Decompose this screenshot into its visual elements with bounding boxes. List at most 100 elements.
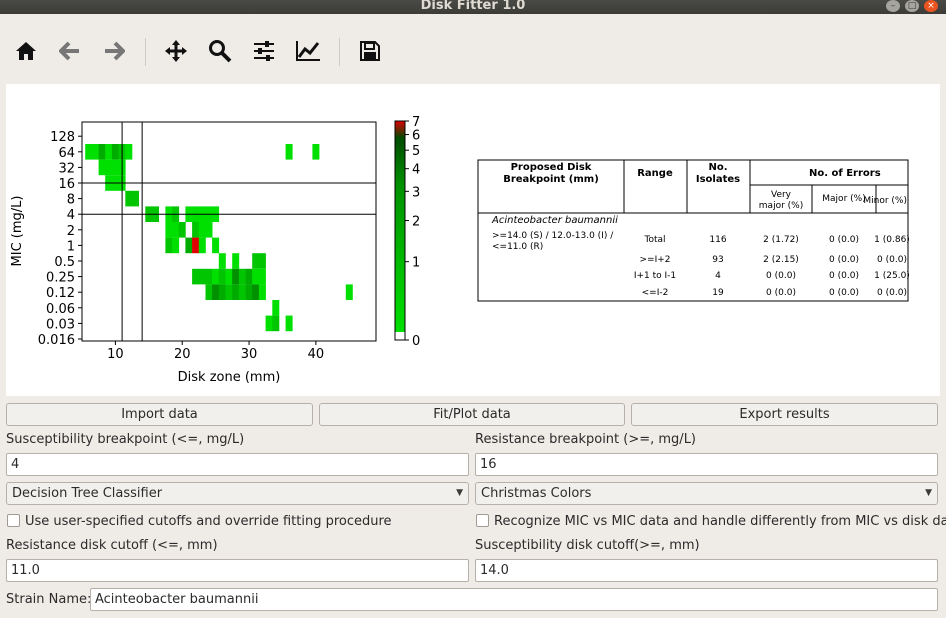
classifier-select[interactable]: Decision Tree Classifier ▼ (6, 482, 469, 505)
heatmap-cell (185, 237, 193, 254)
save-icon[interactable] (355, 36, 385, 66)
strain-name-label: Strain Name: (6, 592, 92, 607)
heatmap-cell (198, 237, 206, 254)
table-cell-very-major: 2 (2.15) (763, 255, 799, 265)
heatmap-cell (265, 315, 273, 332)
heatmap-cell (258, 253, 266, 269)
heatmap-cell (105, 159, 113, 176)
colorbar-tick-label: 3 (412, 185, 420, 200)
zoom-icon[interactable] (205, 36, 235, 66)
colorbar (395, 121, 405, 332)
home-icon[interactable] (11, 36, 41, 66)
maximize-icon[interactable]: □ (905, 0, 919, 12)
y-axis-label: MIC (mg/L) (10, 196, 25, 267)
breakpoint-line2: <=11.0 (R) (492, 242, 543, 252)
y-tick-label: 128 (50, 130, 75, 145)
heatmap-cell (218, 284, 226, 300)
resistance-breakpoint-input[interactable]: 16 (475, 453, 938, 476)
override-cutoffs-label: Use user-specified cutoffs and override … (25, 514, 392, 529)
heatmap-cell (252, 253, 260, 269)
x-tick-label: 30 (241, 347, 258, 362)
color-scheme-value: Christmas Colors (481, 486, 592, 501)
heatmap-cell (125, 190, 133, 207)
heatmap-cell (198, 268, 206, 285)
header-errors: No. of Errors (809, 168, 881, 179)
forward-arrow-icon[interactable] (99, 36, 129, 66)
strain-name-input[interactable]: Acinteobacter baumannii (90, 588, 938, 611)
heatmap-cell (272, 315, 280, 332)
import-data-button[interactable]: Import data (6, 403, 313, 426)
header-minor: Minor (%) (863, 196, 907, 206)
title-bar: Disk Fitter 1.0 (0, 0, 946, 14)
x-tick-label: 10 (107, 347, 124, 362)
heatmap-cell (258, 268, 266, 285)
heatmap-cell (98, 159, 106, 176)
y-tick-label: 4 (67, 208, 75, 223)
susceptibility-breakpoint-input[interactable]: 4 (6, 453, 469, 476)
y-tick-label: 0.25 (46, 271, 75, 286)
table-cell-range: >=I+2 (639, 255, 670, 265)
window-title: Disk Fitter 1.0 (420, 0, 526, 13)
heatmap-cell (312, 144, 320, 160)
y-tick-label: 0.5 (54, 255, 75, 270)
minimize-icon[interactable]: – (886, 0, 900, 12)
resistance-disk-cutoff-input[interactable]: 11.0 (6, 559, 469, 582)
header-breakpoint-line2: Breakpoint (mm) (503, 174, 599, 185)
heatmap-cell (225, 284, 233, 300)
header-isolates-line2: Isolates (696, 174, 740, 185)
heatmap-cell (165, 237, 173, 254)
header-range: Range (637, 168, 673, 179)
table-cell-range: Total (643, 235, 665, 245)
mic-vs-mic-checkbox[interactable] (476, 514, 489, 527)
heatmap-cell (245, 268, 253, 285)
classifier-value: Decision Tree Classifier (12, 486, 163, 501)
heatmap-cell (98, 144, 106, 160)
heatmap-cell (212, 237, 220, 254)
results-table: Proposed Disk Breakpoint (mm) Range No. … (477, 159, 910, 302)
heatmap-cell (272, 300, 280, 316)
y-tick-label: 64 (58, 146, 75, 161)
override-cutoffs-checkbox[interactable] (7, 514, 20, 527)
y-tick-label: 1 (67, 239, 75, 254)
colorbar-tick-label: 2 (412, 215, 420, 230)
heatmap-cell (205, 268, 213, 285)
table-cell-isolates: 93 (712, 255, 723, 265)
heatmap-cell (132, 190, 139, 207)
colorbar-tick-label: 7 (412, 115, 420, 130)
colorbar-tick-label: 0 (412, 334, 420, 349)
export-results-button[interactable]: Export results (631, 403, 938, 426)
heatmap-cell (245, 284, 253, 300)
organism-name: Acinteobacter baumannii (491, 215, 618, 226)
heatmap-cell (252, 268, 260, 285)
heatmap-cell (192, 222, 200, 238)
heatmap-cell (218, 268, 226, 285)
toolbar-separator (339, 38, 340, 66)
x-axis-label: Disk zone (mm) (178, 370, 281, 385)
table-cell-very-major: 2 (1.72) (763, 235, 799, 245)
heatmap-cell (172, 237, 180, 254)
close-icon[interactable]: × (924, 0, 938, 12)
fit-plot-button[interactable]: Fit/Plot data (319, 403, 625, 426)
edit-axes-icon[interactable] (293, 36, 323, 66)
heatmap-cell (252, 284, 260, 300)
table-cell-isolates: 116 (709, 235, 726, 245)
resistance-disk-cutoff-label: Resistance disk cutoff (<=, mm) (6, 538, 218, 553)
heatmap-cell (165, 222, 173, 238)
susceptibility-disk-cutoff-label: Susceptibility disk cutoff(>=, mm) (475, 538, 700, 553)
plot-canvas[interactable]: 10 20 30 40 0.016 0.03 0.06 0.12 0.25 0.5 1 2 4 8 16 3… (6, 84, 940, 396)
heatmap-cell (258, 284, 266, 300)
back-arrow-icon[interactable] (55, 36, 85, 66)
navigation-toolbar (0, 14, 946, 84)
pan-icon[interactable] (161, 36, 191, 66)
y-tick-label: 0.12 (46, 286, 75, 301)
y-tick-label: 32 (58, 161, 75, 176)
heatmap-cell (238, 268, 246, 285)
table-cell-major: 0 (0.0) (829, 255, 859, 265)
heatmap-cell (85, 144, 93, 160)
resistance-breakpoint-label: Resistance breakpoint (>=, mg/L) (475, 432, 697, 447)
heatmap-cell (192, 268, 200, 285)
susceptibility-disk-cutoff-input[interactable]: 14.0 (475, 559, 938, 582)
heatmap-cell (205, 284, 213, 300)
color-scheme-select[interactable]: Christmas Colors ▼ (475, 482, 938, 505)
subplots-config-icon[interactable] (249, 36, 279, 66)
